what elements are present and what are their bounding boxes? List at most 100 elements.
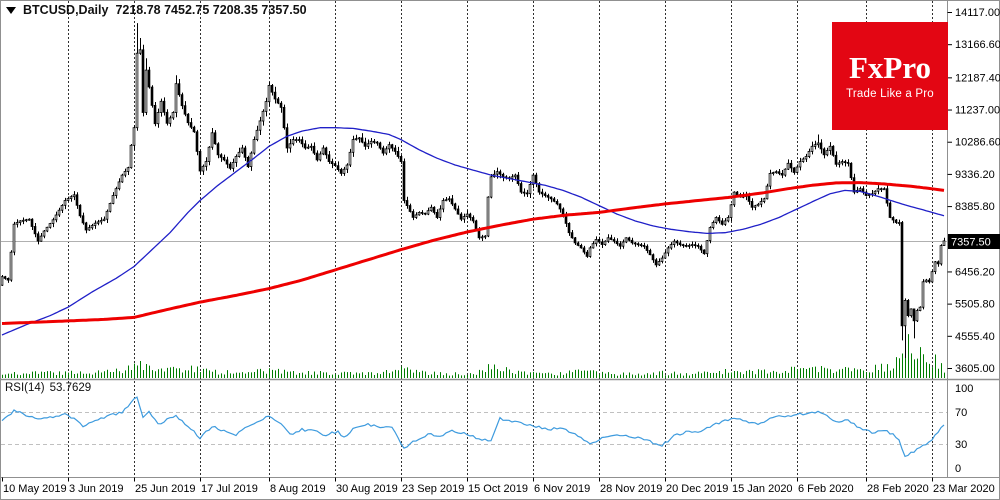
candle [936,261,940,265]
candle [747,195,751,202]
candle [207,146,211,162]
candle [336,165,340,170]
candle [582,247,586,253]
candle [465,213,469,218]
candle [555,200,559,205]
candle [399,156,403,162]
candle [594,239,598,245]
candle [432,206,436,213]
candle [390,144,394,149]
candle [111,195,115,204]
candle [450,198,454,205]
candle [453,203,457,210]
candle [150,86,154,106]
rsi-name: RSI(14) [5,382,45,394]
candle [708,227,712,242]
candle [123,170,127,176]
candle [354,138,358,141]
time-axis-label: 28 Feb 2020 [867,483,929,495]
candle [129,144,133,169]
candle [483,235,487,238]
candle [831,145,835,156]
candle [918,306,922,312]
candle [414,214,418,218]
candle [942,240,946,246]
candle [279,102,283,108]
candle [666,247,670,254]
candle [174,83,178,113]
candle [549,196,553,200]
candle [39,235,43,242]
candle [570,232,574,239]
time-axis-label: 28 Nov 2019 [600,483,662,495]
candle [339,169,343,174]
candle [183,105,187,115]
candle [726,217,730,222]
candle [759,201,763,205]
rsi-axis-label: 0 [955,463,961,475]
candle [657,261,661,266]
candle [405,200,409,206]
symbol-dropdown-icon[interactable] [6,7,16,14]
candle [237,151,241,157]
candle [642,244,646,247]
candle [891,217,895,221]
candle [180,94,184,107]
candle [288,143,292,149]
candle [117,181,121,190]
candle [93,222,97,226]
candle [576,242,580,246]
candle [90,225,94,229]
candle [774,171,778,174]
candle [78,204,82,217]
candle [396,150,400,157]
candle [66,198,70,201]
candle [459,213,463,220]
candle [462,216,466,220]
candle [189,122,193,128]
candle [168,117,172,124]
trading-terminal-chart-window: 14117.00 13166.60 12187.40 11237.00 10286.60… [0,0,1000,500]
candle [264,101,268,112]
candle [375,141,379,144]
candle [84,222,88,231]
candle [669,244,673,249]
candle [303,143,307,149]
candle [888,202,892,218]
fxpro-logo: FxPro Trade Like a Pro [832,22,948,130]
candle [192,126,196,133]
candle [534,174,538,185]
candle [567,222,571,234]
rsi-axis-label: 100 [955,383,973,395]
candle [846,161,850,164]
candle [9,251,13,281]
price-axis-label: 8385.80 [955,201,995,213]
candle [42,230,46,237]
candle [783,168,787,176]
candle [231,161,235,169]
candle [486,196,490,237]
candle [159,100,163,113]
candle [756,203,760,207]
candle [699,245,703,251]
candle [603,240,607,245]
candle [885,188,889,204]
candle [81,215,85,224]
candle [99,220,103,223]
rsi-axis-label: 70 [955,407,967,419]
candle [324,147,328,156]
candle [342,168,346,174]
candle [282,107,286,129]
candle [852,177,856,193]
candle [735,191,739,196]
candle [678,242,682,245]
candle [297,139,301,142]
candle [858,188,862,191]
candle [660,257,664,262]
price-axis-label: 14117.00 [955,7,1000,19]
candle [501,173,505,178]
candle [579,244,583,249]
candle [822,148,826,156]
candle [684,244,688,247]
candle [681,244,685,247]
